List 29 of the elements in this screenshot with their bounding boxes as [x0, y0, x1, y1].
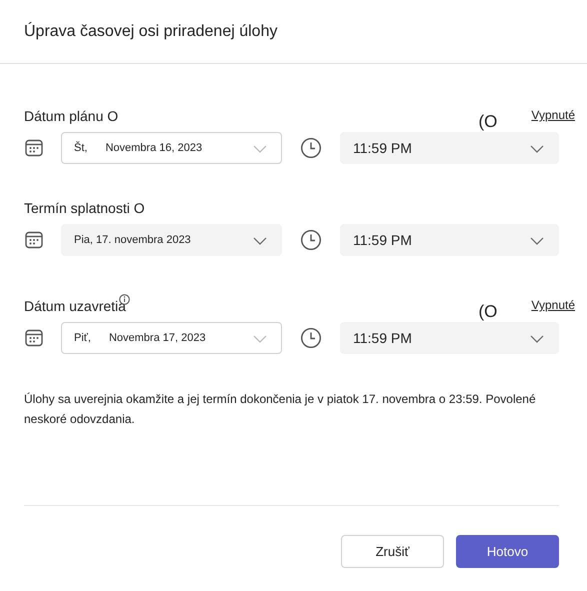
calendar-icon — [24, 138, 44, 158]
dialog-title: Úprava časovej osi priradenej úlohy — [24, 22, 278, 40]
field-label: Dátum uzavretia — [24, 298, 126, 314]
toggle-label: Vypnuté — [531, 108, 575, 122]
toggle-label: Vypnuté — [531, 298, 575, 312]
date-dropdown[interactable]: Piť, Novembra 17, 2023 — [61, 322, 282, 354]
chevron-down-icon — [253, 145, 267, 153]
chevron-down-icon — [530, 145, 544, 153]
toggle-glyph-text: (O — [478, 112, 498, 132]
clock-icon — [300, 229, 322, 251]
chevron-down-icon — [253, 237, 267, 245]
time-dropdown[interactable]: 11:59 PM — [340, 224, 559, 256]
cancel-button[interactable]: Zrušiť — [341, 535, 444, 568]
time-dropdown[interactable]: 11:59 PM — [340, 132, 559, 164]
chevron-down-icon — [253, 335, 267, 343]
clock-icon — [300, 327, 322, 349]
time-dropdown[interactable]: 11:59 PM — [340, 322, 559, 354]
field-label: Termín splatnosti O — [24, 200, 145, 216]
field-label: Dátum plánu O — [24, 108, 118, 124]
done-button[interactable]: Hotovo — [456, 535, 559, 568]
calendar-icon — [24, 230, 44, 250]
chevron-down-icon — [530, 237, 544, 245]
toggle-glyph-text: (O — [478, 302, 498, 322]
calendar-icon — [24, 328, 44, 348]
date-dropdown[interactable]: Pia, 17. novembra 2023 — [61, 224, 282, 256]
summary-text: Úlohy sa uverejnia okamžite a jej termín dokončenia je v piatok 17. novembra o 23:59. Povolené neskoré odovzdania. — [24, 391, 537, 428]
clock-icon — [300, 137, 322, 159]
date-dropdown[interactable]: Št, Novembra 16, 2023 — [61, 132, 282, 164]
chevron-down-icon — [530, 335, 544, 343]
